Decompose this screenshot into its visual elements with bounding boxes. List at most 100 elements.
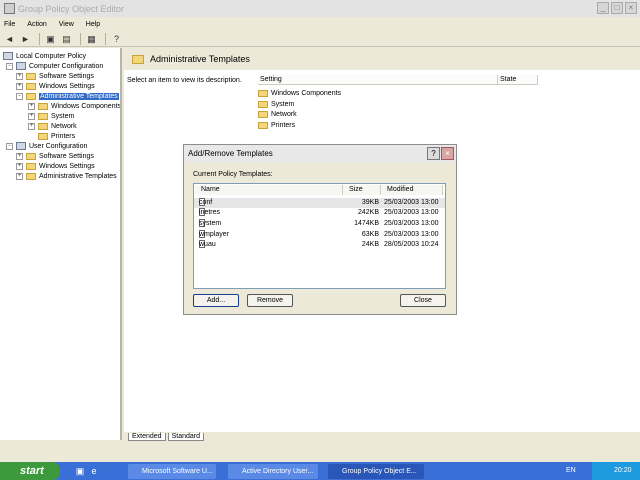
tree-item-network[interactable]: + Network (28, 121, 77, 131)
row-size: 1474KB (354, 220, 379, 227)
tree-item-label: Administrative Templates (39, 172, 117, 180)
tree-item-label: Administrative Templates (39, 92, 119, 100)
tab-standard[interactable]: Standard (167, 433, 205, 441)
tree-item-label: System (51, 112, 75, 120)
forward-icon[interactable]: ► (19, 33, 32, 45)
collapse-icon[interactable]: - (16, 92, 23, 100)
taskbar-item-software-update[interactable]: Microsoft Software U... (128, 464, 216, 479)
menu-view[interactable]: View (59, 21, 74, 28)
taskbar-item-active-directory[interactable]: Active Directory User... (228, 464, 318, 479)
start-button[interactable]: start (0, 462, 60, 480)
taskbar-item-group-policy[interactable]: Group Policy Object E... (328, 464, 424, 479)
column-header-setting[interactable]: Setting (258, 75, 498, 85)
help-icon[interactable]: ? (427, 147, 440, 160)
collapse-icon[interactable]: - (6, 62, 13, 70)
maximize-icon[interactable]: □ (611, 2, 623, 14)
close-icon[interactable]: × (625, 2, 637, 14)
folder-icon (132, 54, 144, 64)
table-row[interactable]: conf 39KB 25/03/2003 13:00 (194, 198, 445, 208)
list-item-system[interactable]: System (258, 99, 294, 109)
list-item-windows-components[interactable]: Windows Components (258, 88, 341, 98)
list-item-printers[interactable]: Printers (258, 120, 295, 130)
tree-item-uc-administrative-templates[interactable]: + Administrative Templates (16, 171, 117, 181)
list-item-label: System (271, 100, 295, 108)
title-bar[interactable]: Group Policy Object Editor _ □ × (0, 0, 640, 17)
up-folder-icon[interactable]: ▣ (44, 33, 57, 45)
tree-item-windows-components[interactable]: + Windows Components (28, 101, 122, 111)
close-button[interactable]: Close (400, 294, 446, 307)
expand-icon[interactable]: + (16, 82, 23, 90)
expand-icon[interactable]: + (16, 172, 23, 180)
column-header-state[interactable]: State (498, 75, 538, 85)
row-modified: 28/05/2003 10:24 (384, 241, 439, 248)
column-header-size[interactable]: Size (343, 185, 381, 195)
list-item-network[interactable]: Network (258, 109, 297, 119)
table-row[interactable]: wuau 24KB 28/05/2003 10:24 (194, 240, 445, 250)
collapse-icon[interactable]: - (6, 142, 13, 150)
column-header-name[interactable]: Name (195, 185, 343, 195)
browser-icon[interactable]: e (88, 465, 100, 477)
expand-icon[interactable]: + (28, 122, 35, 130)
clock[interactable]: 20:20 (614, 467, 632, 474)
remove-button[interactable]: Remove (247, 294, 293, 307)
expand-icon[interactable]: + (28, 102, 35, 110)
tree-item-printers[interactable]: Printers (38, 131, 75, 141)
menu-file[interactable]: File (4, 21, 15, 28)
description-text: Select an item to view its description. (127, 77, 242, 84)
row-size: 242KB (357, 209, 379, 216)
toolbar-separator (80, 32, 81, 45)
minimize-icon[interactable]: _ (597, 2, 609, 14)
tree-item-label: Local Computer Policy (16, 52, 87, 60)
templates-list: Name Size Modified conf 39KB 25/03/2003 … (193, 183, 446, 289)
expand-icon[interactable]: + (16, 72, 23, 80)
app-icon (4, 3, 15, 14)
tree-item-user-configuration[interactable]: - User Configuration (6, 141, 87, 151)
tree-item-root[interactable]: Local Computer Policy (3, 51, 86, 61)
help-icon[interactable]: ? (110, 33, 123, 45)
toolbar-separator (105, 32, 106, 45)
tree-item-label: Printers (51, 132, 76, 140)
folder-icon (26, 92, 36, 100)
tree-item-label: Network (51, 122, 77, 130)
taskbar: start ▣ e Microsoft Software U... Active… (0, 462, 640, 480)
status-bar (0, 444, 640, 462)
toolbar: ◄ ► ▣ ▤ ▦ ? (0, 31, 640, 47)
table-row[interactable]: inetres 242KB 25/03/2003 13:00 (194, 208, 445, 218)
properties-icon[interactable]: ▦ (85, 33, 98, 45)
table-row[interactable]: wmplayer 63KB 25/03/2003 13:00 (194, 230, 445, 240)
row-name-text: system (199, 220, 222, 227)
tree-item-cc-software-settings[interactable]: + Software Settings (16, 71, 94, 81)
add-button[interactable]: Add... (193, 294, 239, 307)
expand-icon[interactable]: + (28, 112, 35, 120)
tab-extended[interactable]: Extended (128, 433, 166, 441)
tree-item-computer-configuration[interactable]: - Computer Configuration (6, 61, 103, 71)
show-desktop-icon[interactable]: ▣ (74, 465, 86, 477)
tree-item-label: Windows Settings (39, 162, 95, 170)
dialog-title: Add/Remove Templates (188, 149, 273, 158)
tree-item-label: Windows Components (51, 102, 122, 110)
tree-item-uc-software-settings[interactable]: + Software Settings (16, 151, 94, 161)
toolbar-separator (39, 32, 40, 45)
menu-help[interactable]: Help (86, 21, 100, 28)
menu-action[interactable]: Action (27, 21, 46, 28)
tree-item-cc-windows-settings[interactable]: + Windows Settings (16, 81, 95, 91)
back-icon[interactable]: ◄ (3, 33, 16, 45)
row-size: 63KB (361, 231, 379, 238)
tree-item-uc-windows-settings[interactable]: + Windows Settings (16, 161, 95, 171)
dialog-title-bar[interactable]: Add/Remove Templates ? × (184, 145, 456, 162)
expand-icon[interactable]: + (16, 162, 23, 170)
tree-item-cc-administrative-templates[interactable]: - Administrative Templates (16, 91, 119, 101)
expand-icon[interactable]: + (16, 152, 23, 160)
column-header-modified[interactable]: Modified (381, 185, 443, 195)
folder-icon (26, 152, 36, 160)
folder-icon (38, 112, 48, 120)
row-modified: 25/03/2003 13:00 (384, 220, 439, 227)
templates-label: Current Policy Templates: (193, 171, 273, 178)
close-icon[interactable]: × (441, 147, 454, 160)
table-row[interactable]: system 1474KB 25/03/2003 13:00 (194, 219, 445, 229)
system-tray: 20:20 (592, 462, 640, 480)
tree-item-system[interactable]: + System (28, 111, 74, 121)
computer-icon (16, 62, 26, 70)
show-hide-tree-icon[interactable]: ▤ (60, 33, 73, 45)
language-indicator[interactable]: EN (566, 462, 576, 480)
